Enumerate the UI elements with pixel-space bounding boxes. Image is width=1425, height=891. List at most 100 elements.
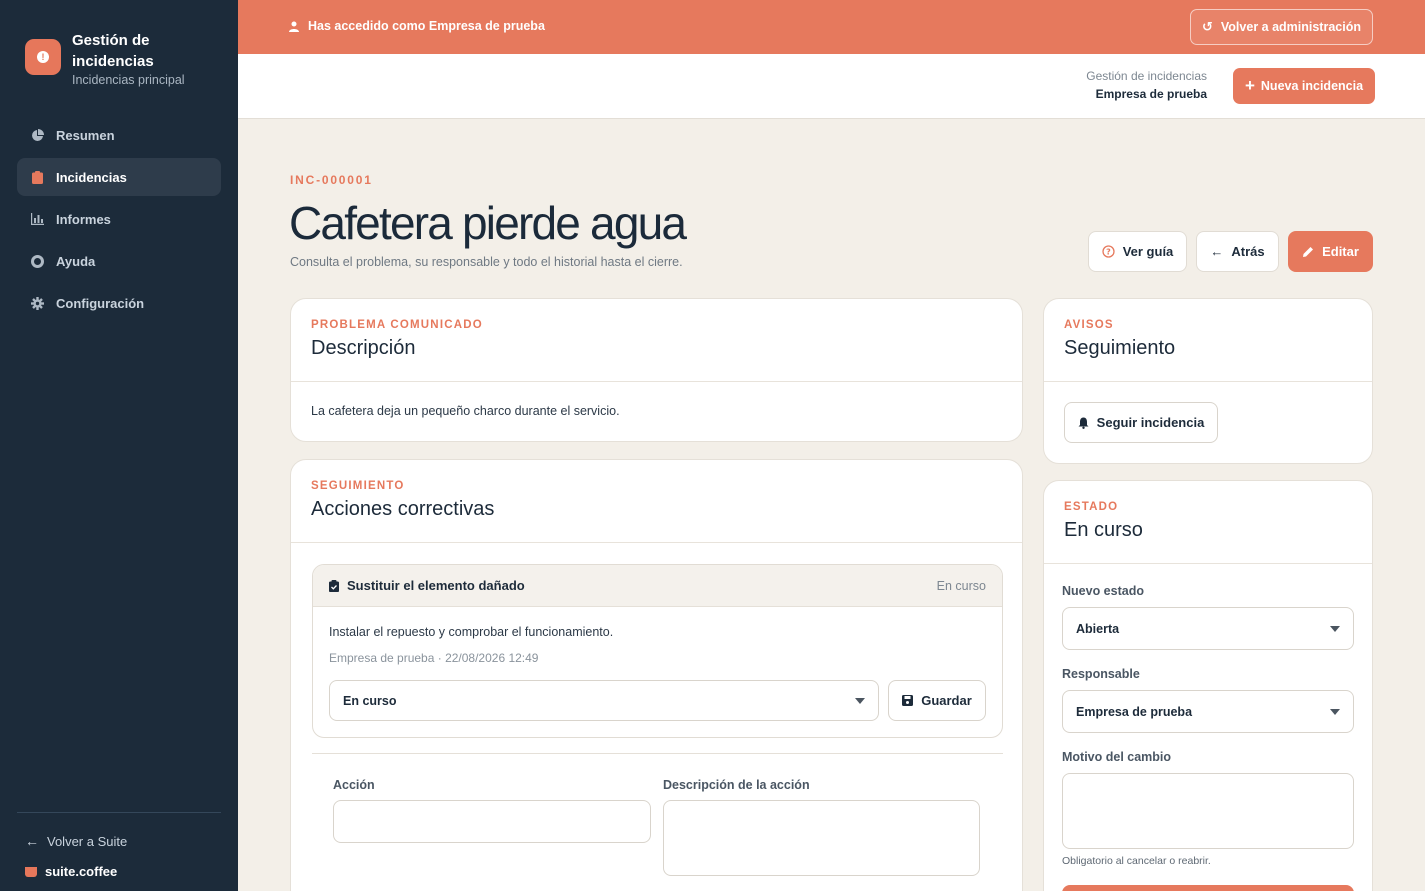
card-eyebrow: AVISOS bbox=[1064, 319, 1114, 331]
follow-card: AVISOS Seguimiento Seguir incidencia bbox=[1043, 298, 1373, 464]
divider bbox=[312, 753, 1003, 754]
suite-brand[interactable]: suite.coffee bbox=[25, 864, 117, 879]
back-to-suite-label: Volver a Suite bbox=[47, 833, 128, 849]
undo-icon: ↺ bbox=[1201, 19, 1213, 34]
chevron-down-icon bbox=[1330, 625, 1340, 632]
new-state-value: Abierta bbox=[1076, 621, 1120, 636]
action-item-header: Sustituir el elemento dañado En curso bbox=[313, 565, 1002, 607]
pie-chart-icon bbox=[31, 128, 44, 142]
change-state-button[interactable] bbox=[1062, 885, 1354, 891]
action-field-label: Acción bbox=[333, 778, 375, 792]
reason-textarea[interactable] bbox=[1062, 773, 1354, 849]
follow-incident-button[interactable]: Seguir incidencia bbox=[1064, 402, 1218, 443]
action-description-textarea[interactable] bbox=[663, 800, 980, 876]
clipboard-check-icon bbox=[329, 579, 339, 592]
sidebar: ! Gestión de incidencias Incidencias pri… bbox=[0, 0, 238, 891]
card-eyebrow: ESTADO bbox=[1064, 501, 1119, 513]
edit-label: Editar bbox=[1322, 244, 1359, 259]
banner-text: Has accedido como Empresa de prueba bbox=[308, 19, 545, 33]
owner-select[interactable]: Empresa de prueba bbox=[1062, 690, 1354, 733]
bell-icon bbox=[1078, 417, 1089, 429]
coffee-cup-icon bbox=[25, 866, 37, 877]
alert-logo-icon: ! bbox=[25, 39, 61, 75]
brand-title: Gestión de incidencias bbox=[72, 32, 154, 70]
new-state-select[interactable]: Abierta bbox=[1062, 607, 1354, 650]
new-state-label: Nuevo estado bbox=[1062, 584, 1144, 598]
bar-chart-icon bbox=[31, 213, 44, 226]
card-eyebrow: PROBLEMA COMUNICADO bbox=[311, 319, 483, 331]
sidebar-item-label: Ayuda bbox=[56, 253, 96, 269]
card-eyebrow: SEGUIMIENTO bbox=[311, 480, 405, 492]
sidebar-item-label: Informes bbox=[56, 211, 111, 227]
action-input[interactable] bbox=[333, 800, 651, 843]
gear-icon bbox=[31, 296, 44, 310]
description-text: La cafetera deja un pequeño charco duran… bbox=[311, 404, 620, 418]
follow-incident-label: Seguir incidencia bbox=[1096, 415, 1205, 430]
incident-code: INC-000001 bbox=[290, 173, 373, 187]
lifebuoy-icon bbox=[31, 254, 44, 268]
breadcrumb: Gestión de incidencias Empresa de prueba bbox=[1086, 69, 1207, 101]
sidebar-item-label: Resumen bbox=[56, 127, 115, 143]
brand[interactable]: ! Gestión de incidencias Incidencias pri… bbox=[25, 30, 185, 87]
banner-message: Has accedido como Empresa de prueba bbox=[289, 19, 545, 33]
view-guide-button[interactable]: ? Ver guía bbox=[1088, 231, 1187, 272]
edit-button[interactable]: Editar bbox=[1288, 231, 1373, 272]
page-subtitle: Consulta el problema, su responsable y t… bbox=[290, 255, 683, 269]
back-button[interactable]: ← Atrás bbox=[1196, 231, 1279, 272]
sidebar-nav: Resumen Incidencias Informes Ayuda Confi… bbox=[17, 116, 221, 326]
view-guide-label: Ver guía bbox=[1122, 244, 1174, 259]
svg-text:?: ? bbox=[1106, 248, 1111, 257]
sidebar-footer: ← Volver a Suite suite.coffee bbox=[17, 812, 221, 879]
description-card: PROBLEMA COMUNICADO Descripción La cafet… bbox=[290, 298, 1023, 442]
new-incident-label: Nueva incidencia bbox=[1260, 79, 1364, 93]
top-header: Gestión de incidencias Empresa de prueba… bbox=[238, 54, 1425, 119]
user-icon bbox=[289, 21, 299, 32]
owner-label: Responsable bbox=[1062, 667, 1140, 681]
help-circle-icon: ? bbox=[1102, 245, 1115, 258]
save-action-label: Guardar bbox=[921, 693, 972, 708]
corrective-actions-card: SEGUIMIENTO Acciones correctivas Sustitu… bbox=[290, 459, 1023, 891]
card-title: Acciones correctivas bbox=[311, 498, 495, 520]
breadcrumb-company: Empresa de prueba bbox=[1095, 87, 1207, 101]
sidebar-item-configuracion[interactable]: Configuración bbox=[17, 284, 221, 322]
floppy-disk-icon bbox=[902, 695, 914, 706]
action-status: En curso bbox=[936, 578, 986, 593]
action-status-select[interactable]: En curso bbox=[329, 680, 879, 721]
plus-icon: + bbox=[1244, 76, 1255, 95]
sidebar-item-informes[interactable]: Informes bbox=[17, 200, 221, 238]
action-description: Instalar el repuesto y comprobar el func… bbox=[329, 625, 614, 639]
action-meta: Empresa de prueba · 22/08/2026 12:49 bbox=[329, 651, 539, 665]
chevron-down-icon bbox=[1330, 708, 1340, 715]
sidebar-item-resumen[interactable]: Resumen bbox=[17, 116, 221, 154]
brand-subtitle: Incidencias principal bbox=[72, 73, 185, 87]
sidebar-item-ayuda[interactable]: Ayuda bbox=[17, 242, 221, 280]
impersonation-banner: Has accedido como Empresa de prueba ↺ Vo… bbox=[238, 0, 1425, 54]
action-title: Sustituir el elemento dañado bbox=[347, 578, 525, 593]
action-description-field-label: Descripción de la acción bbox=[663, 778, 810, 792]
new-incident-button[interactable]: + Nueva incidencia bbox=[1233, 68, 1375, 104]
arrow-left-icon: ← bbox=[1210, 244, 1224, 259]
card-title: Descripción bbox=[311, 337, 416, 359]
save-action-button[interactable]: Guardar bbox=[888, 680, 986, 721]
page-title: Cafetera pierde agua bbox=[289, 197, 687, 249]
sidebar-item-label: Configuración bbox=[56, 295, 145, 311]
back-to-admin-label: Volver a administración bbox=[1220, 20, 1361, 34]
action-status-select-value: En curso bbox=[343, 693, 397, 708]
reason-hint: Obligatorio al cancelar o reabrir. bbox=[1062, 855, 1211, 867]
card-title: Seguimiento bbox=[1064, 337, 1176, 359]
reason-label: Motivo del cambio bbox=[1062, 750, 1172, 764]
suite-brand-label: suite.coffee bbox=[45, 864, 118, 879]
back-label: Atrás bbox=[1231, 244, 1265, 259]
breadcrumb-app: Gestión de incidencias bbox=[1086, 69, 1207, 83]
sidebar-item-incidencias[interactable]: Incidencias bbox=[17, 158, 221, 196]
corrective-action-item: Sustituir el elemento dañado En curso In… bbox=[312, 564, 1003, 738]
current-state: En curso bbox=[1064, 519, 1143, 541]
chevron-down-icon bbox=[855, 697, 865, 704]
back-to-suite-link[interactable]: ← Volver a Suite bbox=[25, 833, 127, 849]
sidebar-item-label: Incidencias bbox=[56, 169, 127, 185]
back-to-admin-button[interactable]: ↺ Volver a administración bbox=[1190, 9, 1373, 45]
arrow-left-icon: ← bbox=[25, 833, 39, 849]
state-card: ESTADO En curso Nuevo estado Abierta Res… bbox=[1043, 480, 1373, 891]
owner-value: Empresa de prueba bbox=[1076, 704, 1193, 719]
clipboard-icon bbox=[31, 170, 44, 184]
